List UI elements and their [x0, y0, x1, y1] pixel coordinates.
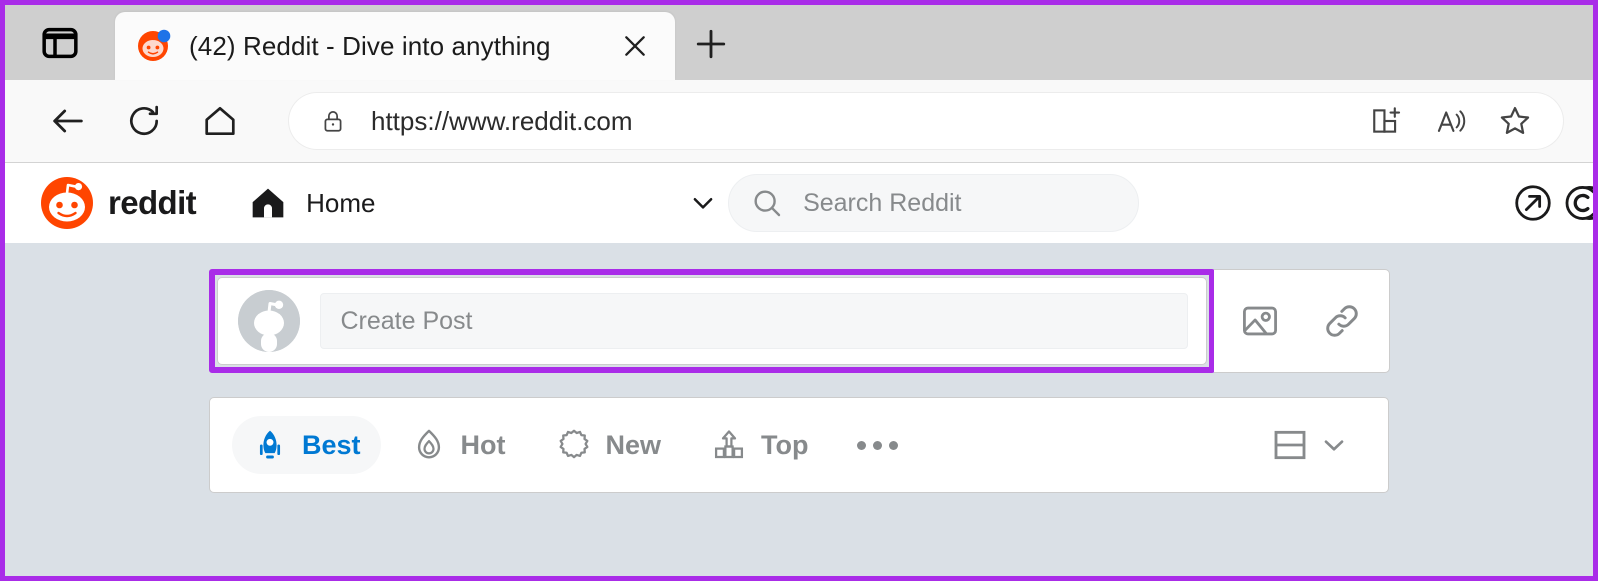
star-icon	[1497, 103, 1533, 139]
split-screen-add-icon	[1370, 104, 1404, 138]
rocket-icon	[252, 427, 288, 463]
home-icon	[201, 102, 239, 140]
starburst-icon	[556, 427, 592, 463]
link-icon	[1321, 300, 1363, 342]
reddit-snoo-logo	[39, 175, 95, 231]
tab-close-button[interactable]	[613, 24, 657, 68]
reload-button[interactable]	[115, 92, 173, 150]
sort-option-label: Best	[302, 430, 361, 461]
browser-toolbar: https://www.reddit.com	[5, 80, 1593, 163]
reddit-page: reddit Home	[5, 163, 1593, 577]
create-post-highlight: Create Post	[209, 269, 1215, 373]
sort-option-label: Hot	[461, 430, 506, 461]
coins-button[interactable]	[1563, 173, 1598, 233]
card-view-icon	[1270, 425, 1310, 465]
close-icon	[622, 33, 648, 59]
create-post-actions	[1214, 269, 1390, 373]
read-aloud-icon	[1434, 104, 1468, 138]
search-input[interactable]: Search Reddit	[728, 174, 1138, 232]
search-icon	[751, 187, 783, 219]
reddit-header: reddit Home	[5, 163, 1593, 243]
house-icon	[248, 183, 288, 223]
avatar	[238, 290, 300, 352]
vertical-tabs-button[interactable]	[5, 5, 115, 80]
url-text: https://www.reddit.com	[353, 106, 1355, 137]
flame-icon	[411, 427, 447, 463]
reddit-coins-icon	[1564, 182, 1598, 224]
tab-title: (42) Reddit - Dive into anything	[189, 31, 597, 62]
sort-option-best[interactable]: Best	[232, 416, 381, 474]
snoo-avatar-icon	[238, 290, 300, 352]
chevron-down-icon	[1318, 429, 1350, 461]
sort-bar: Best Hot	[209, 397, 1389, 493]
address-bar[interactable]: https://www.reddit.com	[289, 93, 1563, 149]
popular-button[interactable]	[1503, 173, 1563, 233]
ellipsis-icon	[889, 441, 898, 450]
tab-strip: (42) Reddit - Dive into anything	[5, 5, 1593, 80]
back-button[interactable]	[39, 92, 97, 150]
sort-option-top[interactable]: Top	[691, 416, 828, 474]
view-mode-selector[interactable]	[1262, 417, 1358, 473]
add-favorite-button[interactable]	[1483, 94, 1547, 148]
create-post-card[interactable]: Create Post	[217, 277, 1207, 365]
podium-up-arrow-icon	[711, 427, 747, 463]
read-aloud-button[interactable]	[1419, 94, 1483, 148]
feed-column: Create Post	[5, 243, 1593, 493]
sort-option-label: New	[606, 430, 662, 461]
sort-option-label: Top	[761, 430, 808, 461]
trending-arrow-circle-icon	[1512, 182, 1554, 224]
favicon-wrap	[137, 29, 171, 63]
sort-option-hot[interactable]: Hot	[391, 416, 526, 474]
browser-window: (42) Reddit - Dive into anything	[0, 0, 1598, 581]
new-tab-button[interactable]	[675, 8, 747, 80]
reddit-home-link[interactable]: reddit	[39, 175, 196, 231]
chevron-down-icon	[688, 188, 718, 218]
split-screen-button[interactable]	[1355, 94, 1419, 148]
vertical-tabs-icon	[40, 23, 80, 63]
create-post-input[interactable]: Create Post	[320, 293, 1188, 349]
community-picker[interactable]: Home	[248, 176, 718, 230]
create-image-post-button[interactable]	[1234, 295, 1286, 347]
reddit-wordmark: reddit	[108, 184, 196, 222]
home-button[interactable]	[191, 92, 249, 150]
reddit-favicon	[137, 29, 171, 63]
community-picker-label: Home	[306, 188, 688, 219]
back-arrow-icon	[48, 101, 88, 141]
lock-icon	[313, 108, 353, 134]
sort-more-button[interactable]	[839, 441, 916, 450]
create-post-placeholder: Create Post	[341, 307, 473, 336]
plus-icon	[694, 27, 728, 61]
reload-icon	[125, 102, 163, 140]
ellipsis-icon	[857, 441, 866, 450]
search-placeholder: Search Reddit	[803, 189, 961, 218]
ellipsis-icon	[873, 441, 882, 450]
sort-option-new[interactable]: New	[536, 416, 682, 474]
create-link-post-button[interactable]	[1316, 295, 1368, 347]
browser-tab-reddit[interactable]: (42) Reddit - Dive into anything	[115, 12, 675, 80]
create-post-row: Create Post	[5, 269, 1593, 373]
image-icon	[1239, 300, 1281, 342]
